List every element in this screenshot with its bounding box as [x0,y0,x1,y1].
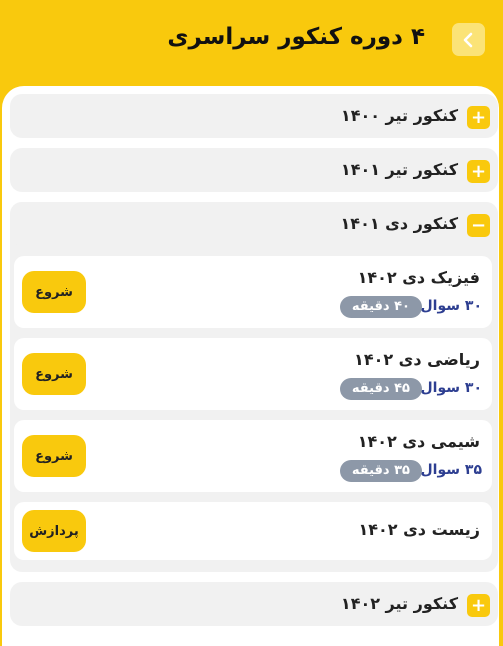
accordion-item[interactable]: + کنکور تیر ۱۴۰۰ [10,94,498,138]
exam-name: ریاضی دی ۱۴۰۲ [354,350,480,369]
exam-name: شیمی دی ۱۴۰۲ [357,432,480,451]
collapse-icon[interactable]: − [467,214,490,237]
exam-card: زیست دی ۱۴۰۲ پردازش [14,502,492,560]
accordion-label: کنکور تیر ۱۴۰۲ [340,594,458,613]
accordion-header[interactable]: − کنکور دی ۱۴۰۱ [10,202,498,246]
expand-icon[interactable]: + [467,594,490,617]
accordion-item[interactable]: + کنکور تیر ۱۴۰۱ [10,148,498,192]
accordion-label: کنکور تیر ۱۴۰۰ [340,106,458,125]
expand-icon[interactable]: + [467,160,490,183]
accordion-label: کنکور تیر ۱۴۰۱ [340,160,458,179]
back-button[interactable] [452,23,485,56]
duration-badge: ۳۵ دقیقه [339,460,422,482]
exam-card: شیمی دی ۱۴۰۲ ۳۵ سوال ۳۵ دقیقه شروع [14,420,492,492]
accordion-expanded: − کنکور دی ۱۴۰۱ فیزیک دی ۱۴۰۲ ۳۰ سوال ۴۰… [10,202,498,572]
start-button[interactable]: شروع [22,435,86,477]
question-count: ۳۵ سوال [420,462,482,478]
duration-badge: ۴۵ دقیقه [339,378,422,400]
exam-name: زیست دی ۱۴۰۲ [358,520,480,539]
exam-card: فیزیک دی ۱۴۰۲ ۳۰ سوال ۴۰ دقیقه شروع [14,256,492,328]
expand-icon[interactable]: + [467,106,490,129]
start-button[interactable]: شروع [22,271,86,313]
processing-button[interactable]: پردازش [22,510,86,552]
content-panel: + کنکور تیر ۱۴۰۰ + کنکور تیر ۱۴۰۱ − کنکو… [2,86,499,646]
question-count: ۳۰ سوال [420,380,482,396]
exam-name: فیزیک دی ۱۴۰۲ [357,268,480,287]
start-button[interactable]: شروع [22,353,86,395]
page-title: ۴ دوره کنکور سراسری [167,24,425,50]
app-header: ۴ دوره کنکور سراسری [0,0,503,88]
duration-badge: ۴۰ دقیقه [339,296,422,318]
chevron-left-icon [463,32,472,47]
exam-card: ریاضی دی ۱۴۰۲ ۳۰ سوال ۴۵ دقیقه شروع [14,338,492,410]
question-count: ۳۰ سوال [420,298,482,314]
accordion-item[interactable]: + کنکور تیر ۱۴۰۲ [10,582,498,626]
accordion-label: کنکور دی ۱۴۰۱ [340,214,458,233]
